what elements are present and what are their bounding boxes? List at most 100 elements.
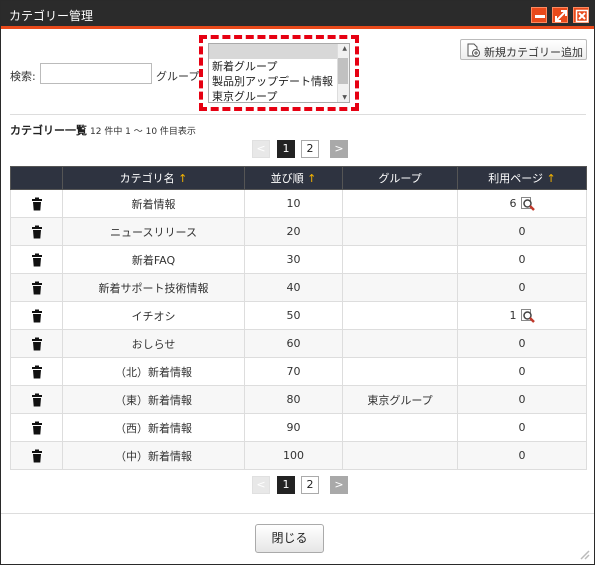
category-name-cell[interactable]: （北）新着情報 <box>62 357 245 386</box>
pagination-bottom: < 1 2 > <box>252 476 348 496</box>
category-name[interactable]: ニュースリリース <box>110 226 197 239</box>
category-name[interactable]: （東）新着情報 <box>115 394 192 407</box>
order-value: 70 <box>286 365 301 378</box>
delete-button[interactable] <box>10 357 63 386</box>
usage-cell: 0 <box>457 273 587 302</box>
trash-icon <box>31 225 42 238</box>
group-cell <box>342 217 458 246</box>
order-value: 80 <box>286 393 301 406</box>
usage-cell: 0 <box>457 245 587 274</box>
delete-button[interactable] <box>10 329 63 358</box>
order-value: 10 <box>286 197 301 210</box>
usage-cell: 0 <box>457 357 587 386</box>
delete-button[interactable] <box>10 413 63 442</box>
page-1-button[interactable]: 1 <box>277 140 295 158</box>
delete-button[interactable] <box>10 245 63 274</box>
page-2-button[interactable]: 2 <box>301 140 319 158</box>
category-name[interactable]: （北）新着情報 <box>115 366 192 379</box>
scrollbar-thumb[interactable] <box>338 58 348 84</box>
category-name-cell[interactable]: イチオシ <box>62 301 245 330</box>
divider <box>10 114 586 115</box>
group-filter-listbox[interactable]: 新着グループ 製品別アップデート情報 東京グループ ▲ ▼ <box>208 43 350 103</box>
header-usage-pages[interactable]: 利用ページ ↑ <box>457 166 587 190</box>
group-option[interactable]: 製品別アップデート情報 <box>209 74 349 89</box>
usage-count: 0 <box>518 337 526 350</box>
delete-button[interactable] <box>10 273 63 302</box>
group-cell <box>342 329 458 358</box>
usage-cell: 0 <box>457 441 587 470</box>
category-name-cell[interactable]: （西）新着情報 <box>62 413 245 442</box>
category-name[interactable]: イチオシ <box>132 310 176 323</box>
category-name-cell[interactable]: ニュースリリース <box>62 217 245 246</box>
header-group[interactable]: グループ <box>342 166 458 190</box>
delete-button[interactable] <box>10 217 63 246</box>
order-cell: 60 <box>244 329 343 358</box>
category-name[interactable]: （中）新着情報 <box>115 450 192 463</box>
usage-cell: 6 <box>457 189 587 218</box>
group-option[interactable]: 東京グループ <box>209 89 349 102</box>
table-row: （西）新着情報 90 0 <box>10 413 587 442</box>
next-page-button[interactable]: > <box>330 140 348 158</box>
scroll-up-arrow-icon[interactable]: ▲ <box>342 45 347 52</box>
prev-page-button[interactable]: < <box>252 476 270 494</box>
category-name[interactable]: 新着サポート技術情報 <box>99 282 209 295</box>
minimize-button[interactable] <box>531 7 547 23</box>
category-name-cell[interactable]: 新着情報 <box>62 189 245 218</box>
next-page-button[interactable]: > <box>330 476 348 494</box>
group-cell <box>342 301 458 330</box>
close-icon <box>575 9 589 23</box>
search-input[interactable] <box>40 63 152 84</box>
category-name[interactable]: おしらせ <box>132 338 176 351</box>
trash-icon <box>31 253 42 266</box>
category-name-cell[interactable]: （東）新着情報 <box>62 385 245 414</box>
prev-page-button[interactable]: < <box>252 140 270 158</box>
category-name[interactable]: 新着FAQ <box>132 254 175 267</box>
title-bar: カテゴリー管理 <box>1 1 594 29</box>
header-label: 並び順 <box>270 172 304 185</box>
order-cell: 90 <box>244 413 343 442</box>
header-category-name[interactable]: カテゴリ名 ↑ <box>62 166 245 190</box>
usage-count: 0 <box>518 281 526 294</box>
trash-icon <box>31 281 42 294</box>
category-name-cell[interactable]: 新着サポート技術情報 <box>62 273 245 302</box>
category-name[interactable]: （西）新着情報 <box>115 422 192 435</box>
category-list-title: カテゴリー一覧 <box>10 124 87 137</box>
header-order[interactable]: 並び順 ↑ <box>244 166 343 190</box>
expand-icon <box>555 10 567 22</box>
usage-count: 1 <box>509 308 517 322</box>
table-row: 新着情報 10 6 <box>10 189 587 218</box>
table-row: 新着FAQ 30 0 <box>10 245 587 274</box>
table-row: 新着サポート技術情報 40 0 <box>10 273 587 302</box>
page-search-icon[interactable] <box>520 196 535 211</box>
group-cell <box>342 245 458 274</box>
delete-button[interactable] <box>10 385 63 414</box>
page-2-button[interactable]: 2 <box>301 476 319 494</box>
group-option[interactable] <box>209 44 349 59</box>
trash-icon <box>31 309 42 322</box>
add-category-button[interactable]: 新規カテゴリー追加 <box>460 39 587 60</box>
delete-button[interactable] <box>10 301 63 330</box>
resize-grip-icon[interactable] <box>578 548 590 560</box>
delete-button[interactable] <box>10 441 63 470</box>
listbox-scrollbar[interactable]: ▲ ▼ <box>337 44 349 102</box>
page-1-button[interactable]: 1 <box>277 476 295 494</box>
usage-cell: 1 <box>457 301 587 330</box>
page-search-icon[interactable] <box>520 308 535 323</box>
category-name[interactable]: 新着情報 <box>132 198 176 211</box>
order-value: 100 <box>283 449 304 462</box>
group-value: 東京グループ <box>367 393 433 407</box>
category-name-cell[interactable]: （中）新着情報 <box>62 441 245 470</box>
maximize-button[interactable] <box>552 7 568 23</box>
group-option[interactable]: 新着グループ <box>209 59 349 74</box>
scroll-down-arrow-icon[interactable]: ▼ <box>342 94 347 101</box>
close-button[interactable]: 閉じる <box>255 524 324 553</box>
table-row: ニュースリリース 20 0 <box>10 217 587 246</box>
category-name-cell[interactable]: おしらせ <box>62 329 245 358</box>
search-label: 検索: <box>10 70 36 83</box>
category-name-cell[interactable]: 新着FAQ <box>62 245 245 274</box>
usage-cell: 0 <box>457 385 587 414</box>
close-window-button[interactable] <box>573 7 589 23</box>
delete-button[interactable] <box>10 189 63 218</box>
add-document-icon <box>467 43 480 57</box>
sort-asc-icon: ↑ <box>178 172 188 185</box>
